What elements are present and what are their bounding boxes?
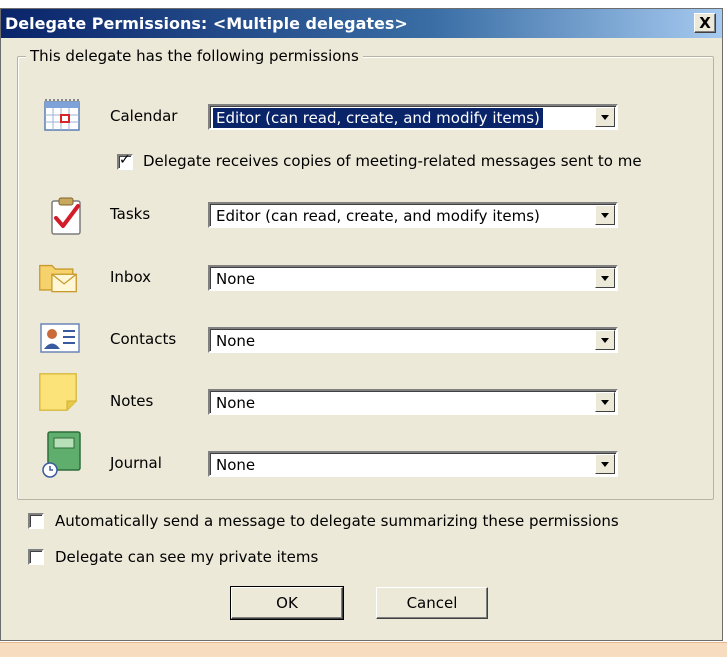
auto-send-summary-label: Automatically send a message to delegate… xyxy=(55,512,619,530)
calendar-permission-select[interactable]: Editor (can read, create, and modify ite… xyxy=(208,104,618,130)
chevron-down-icon[interactable] xyxy=(595,330,615,350)
contacts-label: Contacts xyxy=(110,330,177,348)
notes-permission-value: None xyxy=(216,394,256,412)
inbox-icon xyxy=(39,264,77,293)
journal-permission-value: None xyxy=(216,456,256,474)
inbox-permission-value: None xyxy=(216,270,256,288)
tasks-permission-select[interactable]: Editor (can read, create, and modify ite… xyxy=(208,202,618,228)
journal-label: Journal xyxy=(110,454,162,472)
journal-permission-select[interactable]: None xyxy=(208,451,618,477)
notes-label: Notes xyxy=(110,392,154,410)
inbox-permission-select[interactable]: None xyxy=(208,265,618,291)
cancel-button[interactable]: Cancel xyxy=(376,587,488,619)
chevron-down-icon[interactable] xyxy=(595,268,615,288)
chevron-down-icon[interactable] xyxy=(595,107,615,127)
permissions-group-legend: This delegate has the following permissi… xyxy=(26,45,363,67)
chevron-down-icon[interactable] xyxy=(595,392,615,412)
calendar-icon xyxy=(44,99,80,131)
contacts-icon xyxy=(40,323,80,353)
title-bar: Delegate Permissions: <Multiple delegate… xyxy=(1,9,722,38)
chevron-down-icon[interactable] xyxy=(595,454,615,474)
notes-icon xyxy=(39,373,77,411)
tasks-label: Tasks xyxy=(110,205,151,223)
journal-icon xyxy=(42,431,81,478)
calendar-permission-value: Editor (can read, create, and modify ite… xyxy=(212,107,544,129)
meeting-copies-checkbox[interactable] xyxy=(117,152,133,170)
calendar-label: Calendar xyxy=(110,107,178,125)
auto-send-summary-checkbox[interactable] xyxy=(28,513,44,529)
close-button[interactable]: X xyxy=(694,13,716,33)
contacts-permission-select[interactable]: None xyxy=(208,327,618,353)
private-items-checkbox[interactable] xyxy=(28,549,44,565)
notes-permission-select[interactable]: None xyxy=(208,389,618,415)
private-items-label: Delegate can see my private items xyxy=(55,548,319,566)
meeting-copies-label: Delegate receives copies of meeting-rela… xyxy=(143,152,642,170)
contacts-permission-value: None xyxy=(216,332,256,350)
chevron-down-icon[interactable] xyxy=(595,205,615,225)
dialog-title: Delegate Permissions: <Multiple delegate… xyxy=(5,14,408,33)
page-background-top xyxy=(0,0,727,8)
tasks-icon xyxy=(51,197,81,235)
inbox-label: Inbox xyxy=(110,268,152,286)
page-background-bottom xyxy=(0,642,727,657)
tasks-permission-value: Editor (can read, create, and modify ite… xyxy=(216,207,540,225)
ok-button[interactable]: OK xyxy=(230,586,344,620)
